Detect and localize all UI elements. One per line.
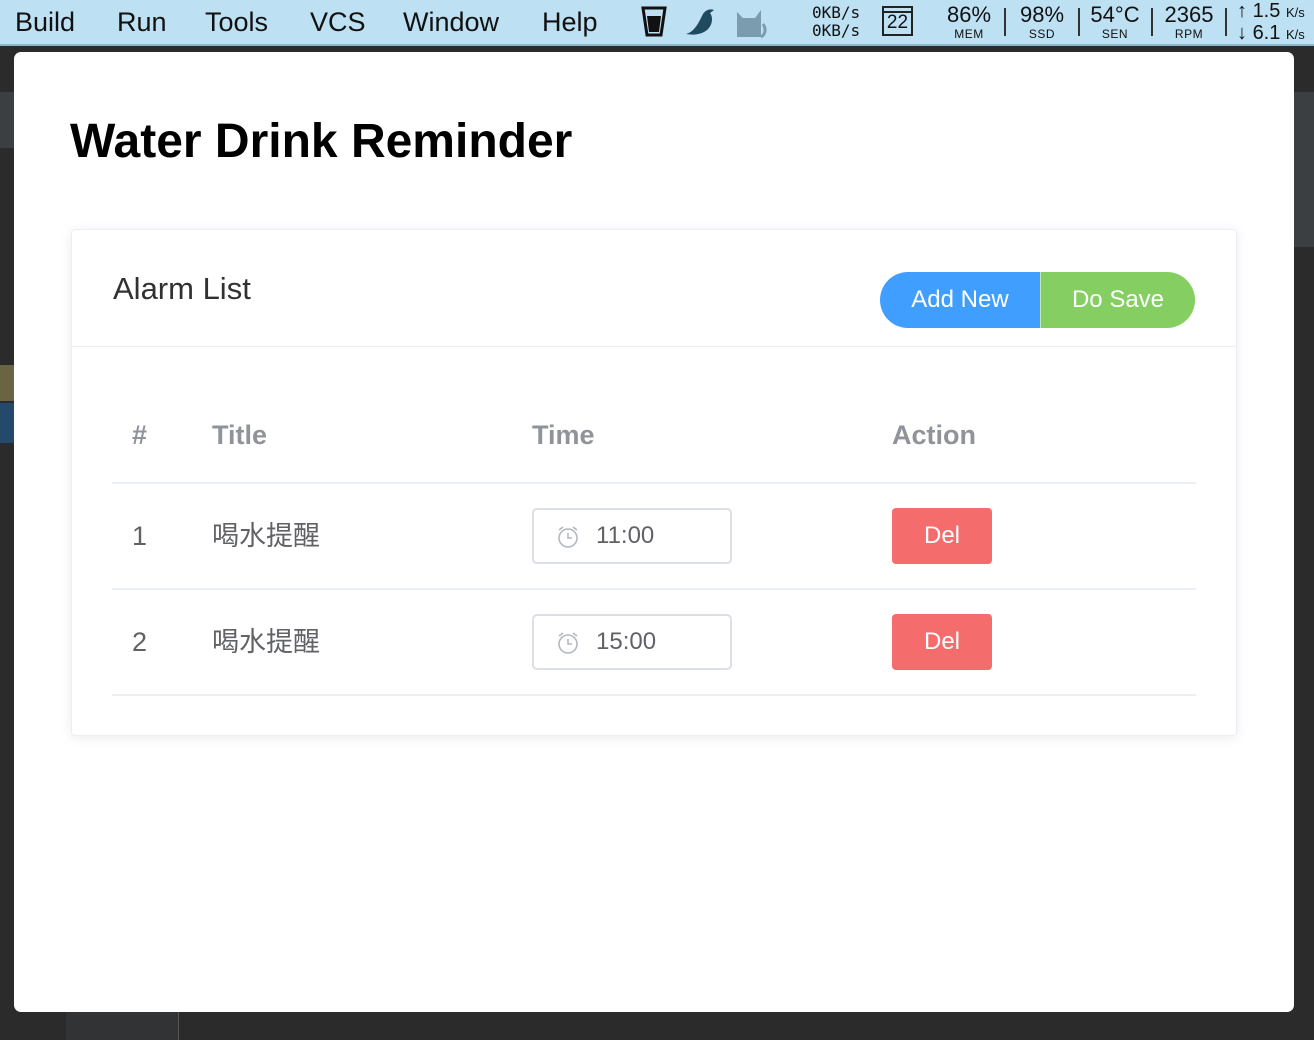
clock-icon: [558, 632, 578, 654]
menu-run[interactable]: Run: [117, 6, 167, 38]
column-header-action: Action: [892, 420, 976, 450]
stat-value: 2365: [1164, 2, 1214, 27]
card-header: Alarm List Add New Do Save: [72, 230, 1236, 347]
row-index: 2: [132, 627, 148, 657]
table-row: 1 喝水提醒 11:00 Del: [112, 484, 1196, 590]
network-monitor: 0KB/s 0KB/s: [812, 4, 860, 40]
column-header-time: Time: [532, 420, 595, 450]
stat-label: SSD: [1028, 27, 1056, 41]
stat-rpm: 2365 RPM: [1158, 2, 1220, 40]
menu-window[interactable]: Window: [403, 6, 499, 38]
stat-value: 54°C: [1090, 2, 1140, 27]
menu-help[interactable]: Help: [542, 6, 598, 38]
arrow-up-icon: ↑: [1237, 0, 1247, 22]
delete-button[interactable]: Del: [892, 614, 992, 670]
cat-icon[interactable]: [733, 4, 767, 43]
net-download: 0KB/s: [812, 21, 861, 40]
ide-background-strip: [0, 92, 14, 148]
ide-background-strip: [0, 365, 14, 401]
column-header-index: #: [132, 420, 148, 450]
button-group: Add New Do Save: [880, 272, 1195, 328]
menu-build[interactable]: Build: [15, 6, 75, 38]
stat-sen: 54°C SEN: [1086, 2, 1144, 40]
speed-down: 6.1: [1252, 22, 1281, 44]
time-picker[interactable]: 15:00: [532, 614, 732, 670]
ide-background-strip: [1294, 92, 1314, 247]
system-menu-bar: Build Run Tools VCS Window Help 0KB/s 0K…: [0, 0, 1314, 46]
speed-unit: K/s: [1285, 27, 1305, 42]
stat-label: RPM: [1174, 27, 1204, 41]
alarm-card: Alarm List Add New Do Save # Title Time …: [71, 229, 1237, 736]
stat-value: 86%: [946, 2, 992, 27]
add-new-button[interactable]: Add New: [880, 272, 1040, 328]
bird-icon[interactable]: [684, 4, 718, 43]
row-title: 喝水提醒: [212, 627, 320, 657]
speed-up: 1.5: [1252, 0, 1281, 22]
speed-monitor: ↑ 1.5 K/s ↓ 6.1 K/s: [1237, 0, 1305, 44]
table-row: 2 喝水提醒 15:00 Del: [112, 590, 1196, 696]
stat-mem: 86% MEM: [942, 2, 996, 40]
do-save-button[interactable]: Do Save: [1040, 272, 1195, 328]
page-title: Water Drink Reminder: [70, 115, 573, 168]
separator: [1004, 8, 1006, 36]
time-value: 15:00: [596, 628, 657, 655]
menu-vcs[interactable]: VCS: [310, 6, 366, 38]
table-header-row: # Title Time Action: [112, 382, 1196, 484]
delete-button[interactable]: Del: [892, 508, 992, 564]
clock-icon: [558, 526, 578, 548]
stat-label: SEN: [1101, 27, 1129, 41]
stat-ssd: 98% SSD: [1015, 2, 1069, 40]
time-value: 11:00: [596, 522, 655, 549]
column-header-title: Title: [212, 420, 268, 450]
stat-value: 98%: [1019, 2, 1065, 27]
calendar-icon[interactable]: 22: [882, 6, 913, 36]
separator: [1078, 8, 1080, 36]
ide-background-strip: [66, 1012, 179, 1040]
card-title: Alarm List: [113, 271, 251, 306]
cup-icon[interactable]: [640, 4, 668, 43]
alarm-table: # Title Time Action 1 喝水提醒 11:00 Del 2 喝…: [112, 382, 1196, 696]
menu-tools[interactable]: Tools: [205, 6, 268, 38]
ide-background-strip: [0, 403, 14, 443]
arrow-down-icon: ↓: [1237, 22, 1247, 44]
row-index: 1: [132, 521, 148, 551]
net-upload: 0KB/s: [812, 3, 861, 22]
separator: [1225, 8, 1227, 36]
speed-unit: K/s: [1285, 5, 1305, 20]
row-title: 喝水提醒: [212, 521, 320, 551]
stat-label: MEM: [954, 27, 984, 41]
separator: [1151, 8, 1153, 36]
app-window: Water Drink Reminder Alarm List Add New …: [14, 52, 1294, 1012]
time-picker[interactable]: 11:00: [532, 508, 732, 564]
